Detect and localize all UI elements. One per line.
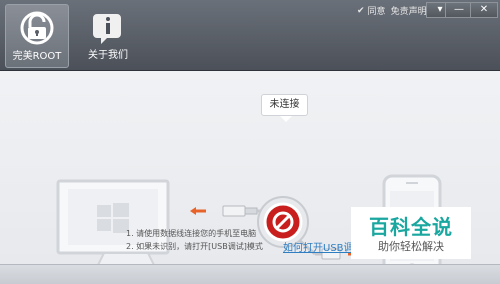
agree-label: 同意 <box>367 7 386 17</box>
instruction-step-1: 1. 请使用数据线连接您的手机至电脑 <box>126 229 257 238</box>
watermark-subtitle: 助你轻松解决 <box>378 240 444 253</box>
chevron-down-icon: ▾ <box>437 4 443 15</box>
instruction-step-2: 2. 如果未识别，请打开[USB调试]模式 <box>126 242 263 251</box>
tool-perfect-root-label: 完美ROOT <box>12 51 62 62</box>
left-arrow-icon <box>190 207 206 215</box>
tool-about-us-label: 关于我们 <box>88 50 128 61</box>
agree-disclaimer[interactable]: ✔ 同意 免责声明 <box>357 4 427 18</box>
close-icon: ✕ <box>479 4 489 15</box>
status-bar <box>0 264 500 284</box>
close-button[interactable]: ✕ <box>470 2 498 18</box>
connection-status-bubble: 未连接 <box>261 94 308 122</box>
tool-about-us[interactable]: 关于我们 <box>77 4 139 66</box>
unlock-icon <box>20 11 54 45</box>
title-bar: 完美ROOT 关于我们 ✔ 同意 免责声明 ▾ — ✕ <box>0 0 500 71</box>
minimize-icon: — <box>454 4 464 15</box>
usb-debug-help-link[interactable]: 如何打开USB调 <box>283 239 354 254</box>
app-window: 完美ROOT 关于我们 ✔ 同意 免责声明 ▾ — ✕ 未连接 1. 请使用数据… <box>0 0 500 284</box>
watermark-overlay: 百科全说 助你轻松解决 <box>351 207 471 259</box>
minimize-button[interactable]: — <box>445 2 473 18</box>
info-icon <box>93 14 121 44</box>
disclaimer-label[interactable]: 免责声明 <box>391 4 427 17</box>
tool-perfect-root[interactable]: 完美ROOT <box>5 4 69 68</box>
watermark-title: 百科全说 <box>369 215 453 239</box>
check-icon: ✔ <box>357 5 365 16</box>
instructions: 1. 请使用数据线连接您的手机至电脑 2. 如果未识别，请打开[USB调试]模式 <box>126 227 263 253</box>
